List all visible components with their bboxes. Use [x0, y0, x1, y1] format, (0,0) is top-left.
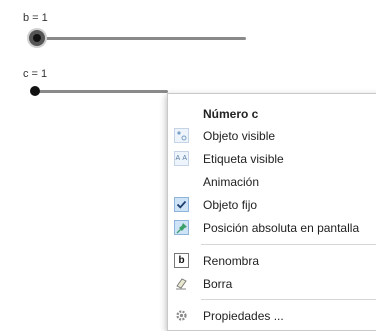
rename-icon: b [174, 253, 189, 268]
menu-item-label: Renombra [203, 254, 260, 268]
menu-item-animacion[interactable]: Animación [168, 171, 376, 193]
slider-c-label: c = 1 [23, 68, 48, 80]
slider-c-track[interactable] [36, 90, 168, 93]
menu-item-label: Etiqueta visible [203, 152, 284, 166]
pin-icon [174, 220, 189, 235]
menu-item-label: Animación [203, 175, 260, 189]
menu-item-renombra[interactable]: b Renombra [168, 250, 376, 272]
menu-item-objeto-fijo[interactable]: Objeto fijo [168, 194, 376, 216]
menu-item-label: Propiedades ... [203, 309, 284, 323]
slider-c-knob[interactable] [30, 86, 40, 96]
menu-separator [201, 299, 376, 300]
gear-icon [174, 308, 189, 323]
checkmark-icon [174, 197, 189, 212]
slider-b-track[interactable] [36, 37, 246, 40]
show-object-icon [174, 128, 189, 143]
context-menu: Número c Objeto visible A A Etiqueta vis… [167, 93, 376, 331]
slider-b-label: b = 1 [23, 12, 48, 24]
menu-item-label: Objeto fijo [203, 198, 258, 212]
menu-item-etiqueta-visible[interactable]: A A Etiqueta visible [168, 148, 376, 170]
menu-separator [201, 244, 376, 245]
eraser-icon [174, 276, 189, 291]
menu-title: Número c [203, 107, 259, 121]
slider-b-knob[interactable] [29, 30, 45, 46]
menu-item-label: Posición absoluta en pantalla [203, 221, 360, 235]
menu-item-borra[interactable]: Borra [168, 273, 376, 295]
menu-item-label: Borra [203, 277, 233, 291]
menu-item-label: Objeto visible [203, 129, 276, 143]
menu-item-objeto-visible[interactable]: Objeto visible [168, 125, 376, 147]
label-icon: A A [174, 151, 189, 166]
menu-item-posicion-absoluta[interactable]: Posición absoluta en pantalla [168, 217, 376, 239]
